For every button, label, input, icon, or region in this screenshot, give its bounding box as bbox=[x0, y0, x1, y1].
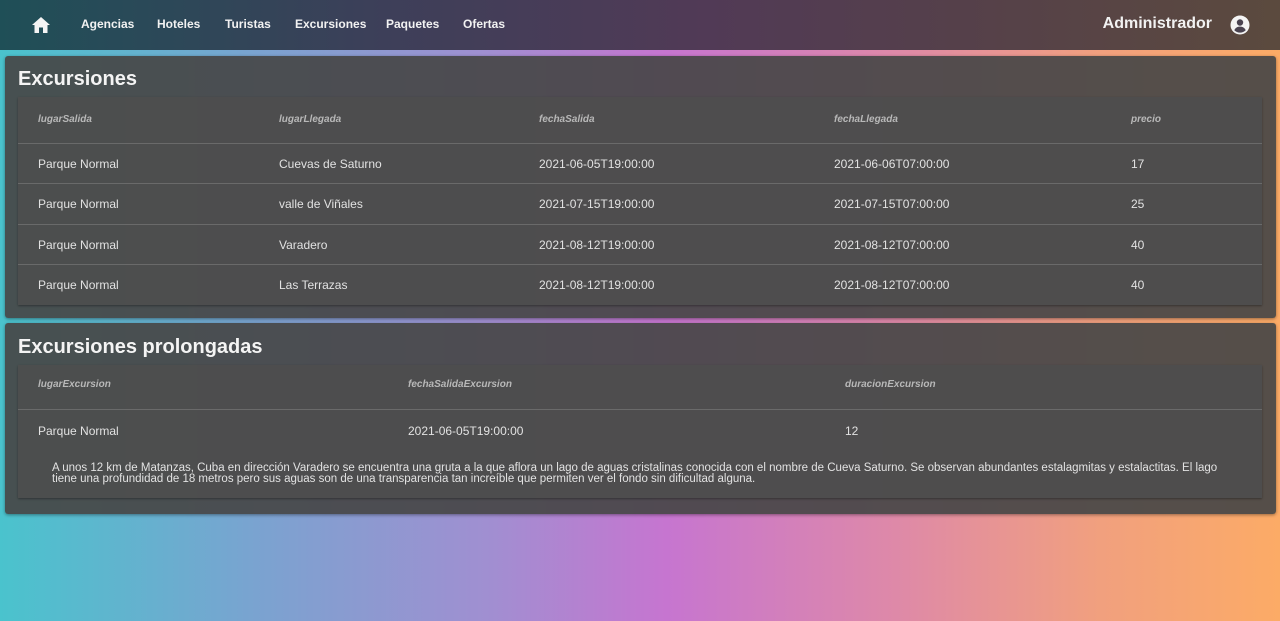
prolongadas-panel: Excursiones prolongadas lugarExcursion f… bbox=[5, 323, 1276, 514]
nav-ofertas[interactable]: Ofertas bbox=[463, 17, 505, 31]
cell-lugar-llegada: Las Terrazas bbox=[279, 278, 348, 292]
cell-fecha-llegada: 2021-08-12T07:00:00 bbox=[834, 278, 950, 292]
cell-precio: 25 bbox=[1131, 197, 1145, 211]
cell-precio: 40 bbox=[1131, 238, 1145, 252]
cell-lugar-llegada: Cuevas de Saturno bbox=[279, 157, 382, 171]
table-row[interactable]: Parque Normal Varadero 2021-08-12T19:00:… bbox=[18, 224, 1262, 264]
column-header[interactable]: lugarExcursion bbox=[38, 379, 111, 390]
cell-lugar-salida: Parque Normal bbox=[38, 238, 119, 252]
cell-lugar-llegada: Varadero bbox=[279, 238, 328, 252]
cell-lugar-llegada: valle de Viñales bbox=[279, 197, 363, 211]
excursiones-panel: Excursiones lugarSalida lugarLlegada fec… bbox=[5, 56, 1276, 318]
cell-fecha-salida: 2021-07-15T19:00:00 bbox=[539, 197, 655, 211]
cell-precio: 40 bbox=[1131, 278, 1145, 292]
nav-hoteles[interactable]: Hoteles bbox=[157, 17, 200, 31]
column-header[interactable]: precio bbox=[1131, 114, 1161, 125]
cell-fecha-salida: 2021-06-05T19:00:00 bbox=[539, 157, 655, 171]
cell-lugar-excursion: Parque Normal bbox=[38, 424, 119, 438]
home-icon[interactable] bbox=[30, 14, 52, 36]
cell-lugar-salida: Parque Normal bbox=[38, 197, 119, 211]
cell-fecha-salida: 2021-08-12T19:00:00 bbox=[539, 278, 655, 292]
column-header[interactable]: lugarLlegada bbox=[279, 114, 341, 125]
column-header[interactable]: fechaLlegada bbox=[834, 114, 898, 125]
nav-paquetes[interactable]: Paquetes bbox=[386, 17, 439, 31]
excursiones-title: Excursiones bbox=[18, 68, 137, 90]
cell-fecha-llegada: 2021-08-12T07:00:00 bbox=[834, 238, 950, 252]
excursiones-table: lugarSalida lugarLlegada fechaSalida fec… bbox=[18, 97, 1262, 305]
cell-precio: 17 bbox=[1131, 157, 1145, 171]
account-circle-icon[interactable] bbox=[1230, 15, 1250, 35]
nav-excursiones[interactable]: Excursiones bbox=[295, 17, 366, 31]
excursion-description: A unos 12 km de Matanzas, Cuba en direcc… bbox=[52, 462, 1218, 485]
column-header[interactable]: lugarSalida bbox=[38, 114, 92, 125]
cell-duracion-excursion: 12 bbox=[845, 424, 859, 438]
cell-fecha-salida: 2021-08-12T19:00:00 bbox=[539, 238, 655, 252]
nav-agencias[interactable]: Agencias bbox=[81, 17, 134, 31]
nav-turistas[interactable]: Turistas bbox=[225, 17, 271, 31]
cell-fecha-llegada: 2021-07-15T07:00:00 bbox=[834, 197, 950, 211]
cell-lugar-salida: Parque Normal bbox=[38, 278, 119, 292]
cell-fecha-salida-excursion: 2021-06-05T19:00:00 bbox=[408, 424, 524, 438]
column-header[interactable]: duracionExcursion bbox=[845, 379, 936, 390]
prolongadas-title: Excursiones prolongadas bbox=[18, 336, 263, 358]
cell-fecha-llegada: 2021-06-06T07:00:00 bbox=[834, 157, 950, 171]
prolongadas-table: lugarExcursion fechaSalidaExcursion dura… bbox=[18, 365, 1262, 498]
cell-lugar-salida: Parque Normal bbox=[38, 157, 119, 171]
table-row[interactable]: Parque Normal Las Terrazas 2021-08-12T19… bbox=[18, 264, 1262, 304]
top-navbar: Agencias Hoteles Turistas Excursiones Pa… bbox=[0, 0, 1280, 50]
user-name[interactable]: Administrador bbox=[1103, 15, 1212, 33]
column-header[interactable]: fechaSalida bbox=[539, 114, 595, 125]
table-row[interactable]: Parque Normal valle de Viñales 2021-07-1… bbox=[18, 183, 1262, 223]
table-row[interactable]: Parque Normal 2021-06-05T19:00:00 12 A u… bbox=[18, 409, 1262, 498]
table-row[interactable]: Parque Normal Cuevas de Saturno 2021-06-… bbox=[18, 143, 1262, 183]
column-header[interactable]: fechaSalidaExcursion bbox=[408, 379, 512, 390]
